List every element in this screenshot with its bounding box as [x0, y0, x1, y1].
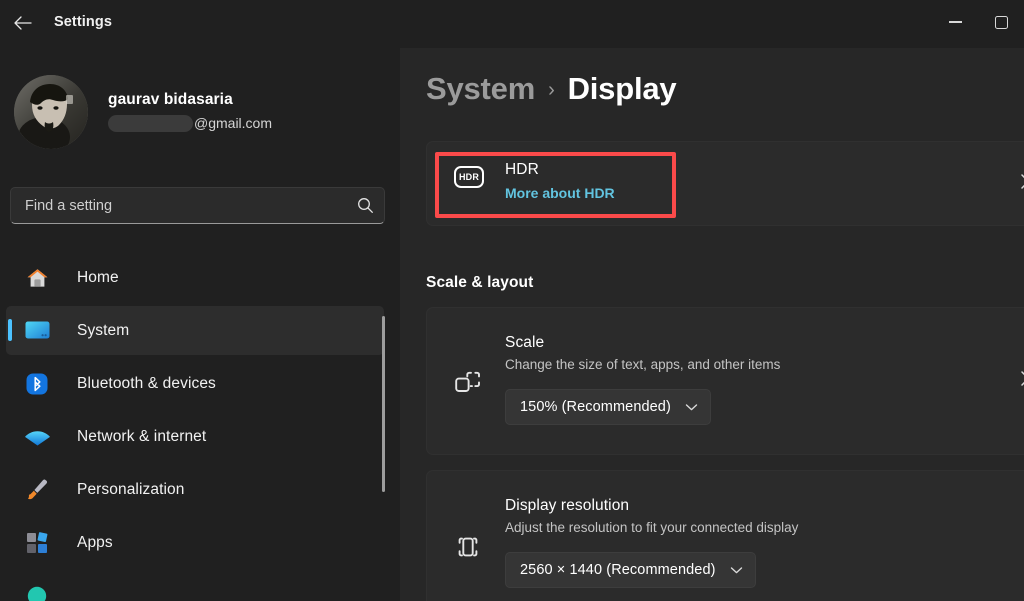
sidebar-item-label: Home [77, 268, 119, 286]
chevron-down-icon [685, 403, 698, 412]
scale-card[interactable]: Scale Change the size of text, apps, and… [426, 307, 1024, 455]
main-content: System › Display HDR HDR More about HDR … [400, 48, 1024, 601]
sidebar-item-home[interactable]: Home [6, 253, 384, 302]
sidebar-item-label: Personalization [77, 480, 185, 498]
maximize-icon [994, 15, 1008, 29]
back-button[interactable] [4, 6, 40, 40]
scale-dropdown-value: 150% (Recommended) [520, 399, 671, 415]
email-domain: @gmail.com [194, 115, 273, 131]
sidebar-item-label: Network & internet [77, 427, 207, 445]
scale-card-subtitle: Change the size of text, apps, and other… [505, 357, 781, 372]
hdr-icon-label: HDR [454, 166, 484, 188]
hdr-icon: HDR [454, 166, 484, 188]
back-arrow-icon [13, 15, 32, 31]
minimize-button[interactable] [932, 0, 978, 44]
paintbrush-icon [20, 474, 54, 506]
system-monitor-icon [20, 315, 54, 347]
search-icon[interactable] [346, 197, 384, 214]
display-resolution-subtitle: Adjust the resolution to fit your connec… [505, 520, 799, 535]
wifi-icon [20, 421, 54, 453]
sidebar-item-apps[interactable]: Apps [6, 518, 384, 567]
apps-icon [20, 527, 54, 559]
sidebar-item-label: System [77, 321, 130, 339]
display-resolution-icon [454, 533, 482, 561]
sidebar-item-network-internet[interactable]: Network & internet [6, 412, 384, 461]
chevron-down-icon [730, 566, 743, 575]
title-bar: Settings [0, 0, 1024, 48]
search-input[interactable]: Find a setting [10, 187, 385, 224]
avatar [14, 75, 88, 149]
home-icon [20, 262, 54, 294]
window-controls [932, 0, 1024, 44]
profile-email: @gmail.com [108, 113, 272, 133]
hdr-card-title: HDR [505, 161, 539, 178]
hdr-more-link[interactable]: More about HDR [505, 182, 615, 204]
profile-text: gaurav bidasaria @gmail.com [108, 91, 272, 133]
scale-card-body: Scale Change the size of text, apps, and… [505, 332, 780, 425]
display-resolution-dropdown[interactable]: 2560 × 1440 (Recommended) [505, 552, 756, 588]
sidebar-scrollbar[interactable] [382, 316, 385, 492]
user-profile[interactable]: gaurav bidasaria @gmail.com [10, 66, 380, 158]
search-placeholder: Find a setting [25, 197, 113, 214]
scale-dropdown[interactable]: 150% (Recommended) [505, 389, 711, 425]
sidebar-item-personalization[interactable]: Personalization [6, 465, 384, 514]
breadcrumb: System › Display [426, 71, 677, 107]
accounts-icon [20, 580, 54, 601]
sidebar-item-label: Apps [77, 533, 113, 551]
profile-name: gaurav bidasaria [108, 91, 233, 108]
page-title: Display [567, 71, 677, 106]
sidebar-item-label: Bluetooth & devices [77, 374, 216, 392]
breadcrumb-parent[interactable]: System [426, 71, 535, 107]
scale-card-title: Scale [505, 334, 545, 351]
minimize-icon [948, 21, 962, 23]
maximize-button[interactable] [978, 0, 1024, 44]
display-resolution-card[interactable]: Display resolution Adjust the resolution… [426, 470, 1024, 601]
breadcrumb-separator-icon: › [548, 79, 555, 101]
display-resolution-dropdown-value: 2560 × 1440 (Recommended) [520, 562, 716, 578]
sidebar-item-bluetooth-devices[interactable]: Bluetooth & devices [6, 359, 384, 408]
hdr-card-body: HDR More about HDR [505, 159, 615, 204]
sidebar: gaurav bidasaria @gmail.com Find a setti… [0, 48, 400, 601]
display-resolution-title: Display resolution [505, 497, 630, 514]
sidebar-item-system[interactable]: System [6, 306, 384, 355]
bluetooth-icon [20, 368, 54, 400]
settings-window: Settings gaurav bidasaria @gmail.com Fin… [0, 0, 1024, 601]
chevron-right-icon[interactable] [1020, 370, 1024, 392]
display-resolution-card-body: Display resolution Adjust the resolution… [505, 495, 798, 588]
chevron-right-icon[interactable] [1020, 173, 1024, 195]
email-redaction-bar [108, 114, 193, 132]
scale-layout-section-title: Scale & layout [426, 274, 534, 291]
scale-icon [454, 370, 482, 398]
sidebar-nav: Home System Bluetooth & devices Network … [0, 253, 400, 601]
app-title: Settings [54, 14, 112, 30]
hdr-card[interactable]: HDR HDR More about HDR [426, 141, 1024, 226]
sidebar-item-accounts[interactable] [6, 571, 384, 601]
